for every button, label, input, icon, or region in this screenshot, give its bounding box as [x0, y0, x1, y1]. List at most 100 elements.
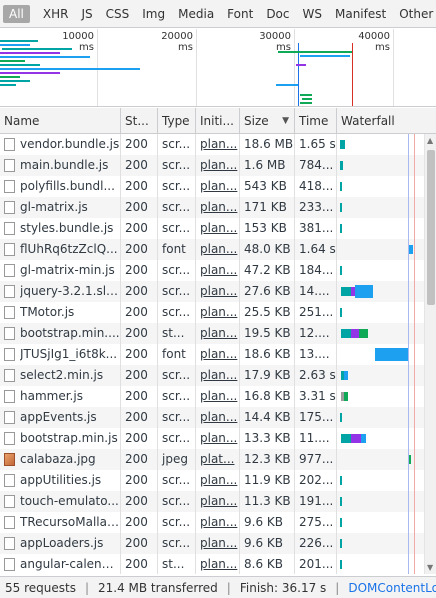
request-row[interactable]: jquery-3.2.1.sli... 200 scr... plan... 27.6 …: [0, 281, 436, 302]
request-name-cell[interactable]: angular-calend...: [0, 554, 121, 574]
request-row[interactable]: gl-matrix.js 200 scr... plan... 171 KB 233...: [0, 197, 436, 218]
request-name: flUhRq6tzZclQ...: [20, 242, 118, 256]
request-initiator-link[interactable]: plan...: [196, 533, 240, 554]
filter-img[interactable]: Img: [136, 5, 171, 23]
request-row[interactable]: main.bundle.js 200 scr... plan... 1.6 MB 784.…: [0, 155, 436, 176]
column-header-size[interactable]: Size ▼: [240, 108, 295, 133]
request-name-cell[interactable]: vendor.bundle.js: [0, 134, 121, 155]
request-name-cell[interactable]: flUhRq6tzZclQ...: [0, 239, 121, 260]
column-header-name[interactable]: Name: [0, 108, 121, 133]
request-row[interactable]: polyfills.bundl... 200 scr... plan... 543 KB…: [0, 176, 436, 197]
request-list-scrollbar[interactable]: ▲ ▼: [424, 134, 436, 574]
request-initiator-link[interactable]: plan...: [196, 512, 240, 533]
request-row[interactable]: appEvents.js 200 scr... plan... 14.4 KB 175..…: [0, 407, 436, 428]
request-name: appUtilities.js: [20, 473, 102, 487]
request-waterfall: [337, 260, 436, 281]
overview-request-bar: [0, 84, 16, 86]
request-name-cell[interactable]: polyfills.bundl...: [0, 176, 121, 197]
request-row[interactable]: bootstrap.min.js 200 scr... plan... 13.3 KB 1…: [0, 428, 436, 449]
filter-other[interactable]: Other: [393, 5, 436, 23]
request-row[interactable]: appLoaders.js 200 scr... plan... 9.6 KB 226..…: [0, 533, 436, 554]
request-row[interactable]: calabaza.jpg 200 jpeg plat... 12.3 KB 977...: [0, 449, 436, 470]
request-name-cell[interactable]: calabaza.jpg: [0, 449, 121, 470]
scroll-down-arrow-icon[interactable]: ▼: [427, 563, 433, 572]
request-name-cell[interactable]: TRecursoMalla.js: [0, 512, 121, 533]
request-size: 25.5 KB: [240, 302, 295, 323]
request-name-cell[interactable]: appLoaders.js: [0, 533, 121, 554]
request-name-cell[interactable]: touch-emulato...: [0, 491, 121, 512]
column-header-status[interactable]: St...: [121, 108, 158, 133]
request-initiator-link[interactable]: plan...: [196, 344, 240, 365]
network-overview-timeline[interactable]: 10000 ms 20000 ms 30000 ms 40000 ms: [0, 29, 436, 107]
request-name-cell[interactable]: TMotor.js: [0, 302, 121, 323]
request-initiator-link[interactable]: plan...: [196, 470, 240, 491]
request-initiator-link[interactable]: plan...: [196, 281, 240, 302]
request-status: 200: [121, 155, 158, 176]
request-waterfall: [337, 176, 436, 197]
request-type: scr...: [158, 407, 196, 428]
request-row[interactable]: flUhRq6tzZclQ... 200 font plan... 48.0 KB 1.6…: [0, 239, 436, 260]
request-status: 200: [121, 239, 158, 260]
request-initiator-link[interactable]: plan...: [196, 218, 240, 239]
request-initiator-link[interactable]: plan...: [196, 491, 240, 512]
filter-doc[interactable]: Doc: [260, 5, 295, 23]
request-row[interactable]: TRecursoMalla.js 200 scr... plan... 9.6 KB 27…: [0, 512, 436, 533]
request-initiator-link[interactable]: plan...: [196, 176, 240, 197]
request-row[interactable]: touch-emulato... 200 scr... plan... 11.3 KB 1…: [0, 491, 436, 512]
request-time: 251...: [295, 302, 337, 323]
filter-manifest[interactable]: Manifest: [329, 5, 392, 23]
request-waterfall: [337, 323, 436, 344]
request-name-cell[interactable]: appUtilities.js: [0, 470, 121, 491]
request-name-cell[interactable]: hammer.js: [0, 386, 121, 407]
request-row[interactable]: appUtilities.js 200 scr... plan... 11.9 KB 20…: [0, 470, 436, 491]
request-row[interactable]: bootstrap.min.... 200 st... plan... 19.5 KB 1…: [0, 323, 436, 344]
request-initiator-link[interactable]: plan...: [196, 365, 240, 386]
request-name-cell[interactable]: bootstrap.min....: [0, 323, 121, 344]
request-row[interactable]: TMotor.js 200 scr... plan... 25.5 KB 251...: [0, 302, 436, 323]
request-initiator-link[interactable]: plan...: [196, 428, 240, 449]
request-initiator-link[interactable]: plan...: [196, 386, 240, 407]
filter-xhr[interactable]: XHR: [37, 5, 75, 23]
column-header-type[interactable]: Type: [158, 108, 196, 133]
request-initiator-link[interactable]: plan...: [196, 407, 240, 428]
request-initiator-link[interactable]: plan...: [196, 155, 240, 176]
request-row[interactable]: select2.min.js 200 scr... plan... 17.9 KB 2.6…: [0, 365, 436, 386]
request-name: JTUSjIg1_i6t8k...: [20, 347, 118, 361]
request-initiator-link[interactable]: plan...: [196, 323, 240, 344]
request-row[interactable]: angular-calend... 200 st... plan... 8.6 KB 20…: [0, 554, 436, 574]
request-name-cell[interactable]: select2.min.js: [0, 365, 121, 386]
request-initiator-link[interactable]: plan...: [196, 134, 240, 155]
request-initiator-link[interactable]: plat...: [196, 449, 240, 470]
request-name-cell[interactable]: jquery-3.2.1.sli...: [0, 281, 121, 302]
column-header-waterfall[interactable]: Waterfall: [337, 108, 436, 133]
request-initiator-link[interactable]: plan...: [196, 260, 240, 281]
filter-all[interactable]: All: [3, 4, 30, 23]
request-row[interactable]: vendor.bundle.js 200 scr... plan... 18.6 MB 1…: [0, 134, 436, 155]
request-initiator-link[interactable]: plan...: [196, 239, 240, 260]
scroll-up-arrow-icon[interactable]: ▲: [427, 136, 433, 145]
request-row[interactable]: hammer.js 200 scr... plan... 16.8 KB 3.31 s: [0, 386, 436, 407]
request-initiator-link[interactable]: plan...: [196, 554, 240, 574]
request-status: 200: [121, 323, 158, 344]
request-name-cell[interactable]: gl-matrix-min.js: [0, 260, 121, 281]
column-header-time[interactable]: Time: [295, 108, 337, 133]
request-initiator-link[interactable]: plan...: [196, 197, 240, 218]
request-name-cell[interactable]: JTUSjIg1_i6t8k...: [0, 344, 121, 365]
request-row[interactable]: styles.bundle.js 200 scr... plan... 153 KB 38…: [0, 218, 436, 239]
filter-css[interactable]: CSS: [100, 5, 136, 23]
request-name-cell[interactable]: main.bundle.js: [0, 155, 121, 176]
request-name-cell[interactable]: styles.bundle.js: [0, 218, 121, 239]
network-request-list: vendor.bundle.js 200 scr... plan... 18.6 MB 1…: [0, 134, 436, 574]
request-name-cell[interactable]: appEvents.js: [0, 407, 121, 428]
request-initiator-link[interactable]: plan...: [196, 302, 240, 323]
filter-media[interactable]: Media: [172, 5, 220, 23]
request-row[interactable]: gl-matrix-min.js 200 scr... plan... 47.2 KB 1…: [0, 260, 436, 281]
column-header-initiator[interactable]: Initi...: [196, 108, 240, 133]
request-name-cell[interactable]: bootstrap.min.js: [0, 428, 121, 449]
request-name-cell[interactable]: gl-matrix.js: [0, 197, 121, 218]
filter-font[interactable]: Font: [221, 5, 259, 23]
filter-js[interactable]: JS: [75, 5, 98, 23]
filter-ws[interactable]: WS: [297, 5, 328, 23]
request-row[interactable]: JTUSjIg1_i6t8k... 200 font plan... 18.6 KB 13…: [0, 344, 436, 365]
scrollbar-thumb[interactable]: [427, 150, 435, 305]
